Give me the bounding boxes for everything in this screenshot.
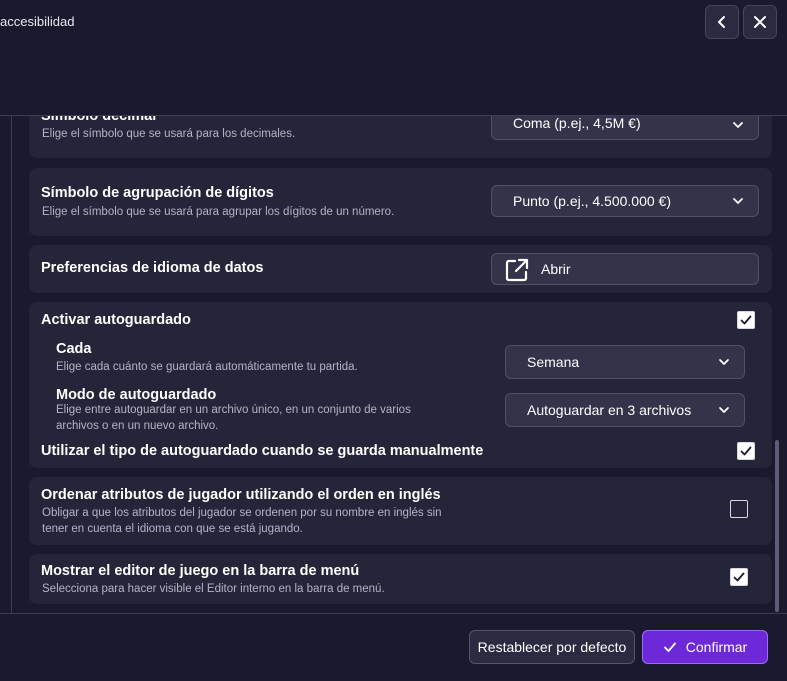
decimal-symbol-value: Coma (p.ej., 4,5M €): [513, 115, 641, 131]
autosave-mode-desc: Elige entre autoguardar en un archivo ún…: [56, 404, 411, 432]
english-order-desc: Obligar a que los atributos del jugador …: [42, 507, 442, 535]
close-icon: [754, 16, 766, 28]
chevron-down-icon: [733, 122, 743, 128]
autosave-group: Activar autoguardado Cada Elige cada cuá…: [29, 302, 772, 468]
digit-grouping-title: Símbolo de agrupación de dígitos: [41, 185, 274, 201]
autosave-every-select[interactable]: Semana: [505, 345, 745, 379]
data-language-open-button[interactable]: Abrir: [491, 253, 759, 285]
autosave-every-value: Semana: [527, 354, 580, 370]
autosave-manual-title: Utilizar el tipo de autoguardado cuando …: [41, 443, 484, 459]
data-language-row: Preferencias de idioma de datos Abrir: [29, 245, 772, 293]
check-icon: [733, 572, 745, 582]
autosave-mode-title: Modo de autoguardado: [56, 387, 217, 403]
external-link-icon: [505, 258, 529, 282]
digit-grouping-row: Símbolo de agrupación de dígitos Elige e…: [29, 168, 772, 236]
chevron-down-icon: [719, 407, 729, 413]
confirm-label: Confirmar: [685, 639, 748, 655]
decimal-symbol-title: Símbolo decimal: [41, 115, 157, 124]
editor-menu-desc: Selecciona para hacer visible el Editor …: [42, 583, 385, 595]
english-order-row: Ordenar atributos de jugador utilizando …: [29, 477, 772, 545]
back-button[interactable]: [705, 5, 739, 39]
english-order-checkbox[interactable]: [730, 500, 748, 518]
decimal-symbol-desc: Elige el símbolo que se usará para los d…: [42, 128, 296, 140]
editor-menu-row: Mostrar el editor de juego en la barra d…: [29, 554, 772, 604]
autosave-manual-checkbox[interactable]: [737, 442, 755, 460]
autosave-checkbox[interactable]: [737, 311, 755, 329]
editor-menu-checkbox[interactable]: [730, 568, 748, 586]
close-button[interactable]: [743, 5, 777, 39]
autosave-every-title: Cada: [56, 341, 92, 357]
dialog-header: accesibilidad: [0, 0, 787, 115]
check-icon: [663, 642, 676, 652]
editor-menu-title: Mostrar el editor de juego en la barra d…: [41, 563, 360, 579]
settings-scroll-area[interactable]: Símbolo decimal Elige el símbolo que se …: [0, 115, 787, 613]
autosave-mode-value: Autoguardar en 3 archivos: [527, 402, 692, 418]
confirm-button[interactable]: Confirmar: [642, 630, 768, 664]
check-icon: [740, 446, 752, 456]
english-order-title: Ordenar atributos de jugador utilizando …: [41, 487, 441, 503]
decimal-symbol-select[interactable]: Coma (p.ej., 4,5M €): [491, 115, 759, 140]
autosave-every-desc: Elige cada cuánto se guardará automática…: [56, 361, 358, 373]
autosave-mode-select[interactable]: Autoguardar en 3 archivos: [505, 393, 745, 427]
check-icon: [740, 315, 752, 325]
data-language-title: Preferencias de idioma de datos: [41, 260, 264, 276]
digit-grouping-select[interactable]: Punto (p.ej., 4.500.000 €): [491, 185, 759, 217]
dialog-title: accesibilidad: [0, 14, 75, 29]
chevron-left-icon: [718, 16, 725, 28]
data-language-open-label: Abrir: [541, 261, 571, 277]
autosave-title: Activar autoguardado: [41, 312, 191, 328]
scrollbar-thumb[interactable]: [775, 440, 779, 612]
chevron-down-icon: [719, 359, 729, 365]
chevron-down-icon: [733, 198, 743, 204]
reset-defaults-button[interactable]: Restablecer por defecto: [469, 630, 635, 664]
digit-grouping-value: Punto (p.ej., 4.500.000 €): [513, 193, 671, 209]
dialog-footer: Restablecer por defecto Confirmar: [0, 613, 787, 681]
digit-grouping-desc: Elige el símbolo que se usará para agrup…: [42, 206, 395, 218]
decimal-symbol-row: Símbolo decimal Elige el símbolo que se …: [29, 115, 772, 158]
